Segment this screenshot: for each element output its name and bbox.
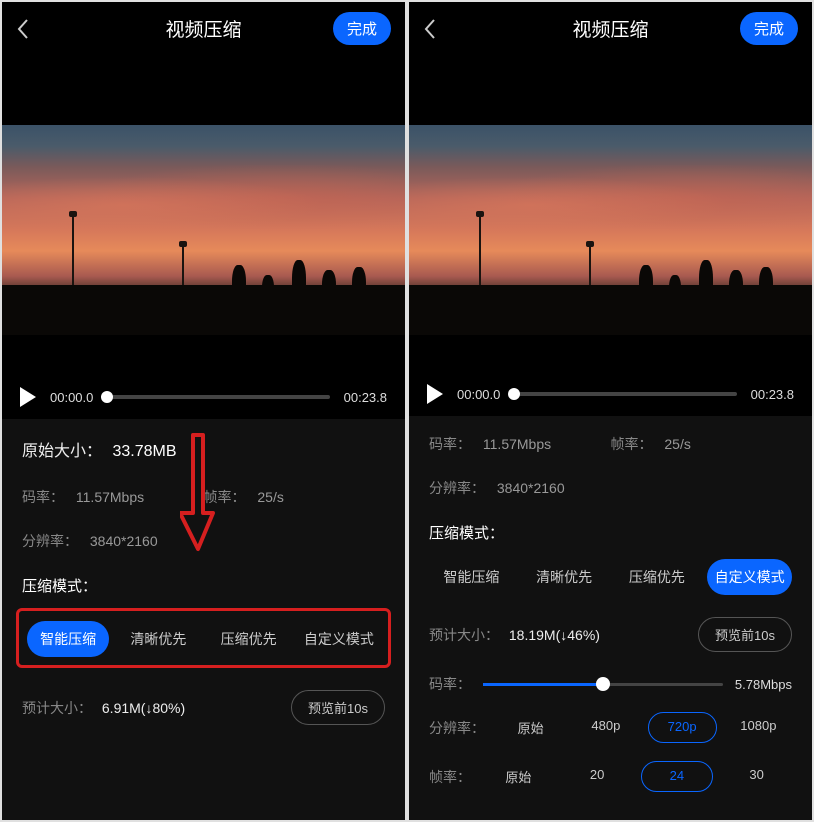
fps-ctrl-label: 帧率： [429, 767, 471, 787]
mode-label: 压缩模式： [429, 522, 792, 543]
info-panel: 码率： 11.57Mbps 帧率： 25/s 分辨率： 3840*2160 压缩… [409, 416, 812, 820]
mode-clarity[interactable]: 清晰优先 [522, 559, 607, 595]
chevron-left-icon [16, 18, 30, 40]
progress-thumb[interactable] [101, 391, 113, 403]
fps-label: 帧率： [204, 489, 246, 505]
back-button[interactable] [16, 18, 30, 40]
mode-smart[interactable]: 智能压缩 [27, 621, 109, 657]
done-button[interactable]: 完成 [740, 12, 798, 45]
res-label: 分辨率： [429, 480, 485, 496]
header: 视频压缩 完成 [409, 2, 812, 55]
bitrate-value: 11.57Mbps [76, 489, 144, 505]
bitrate-value: 11.57Mbps [483, 436, 551, 452]
slider-thumb[interactable] [596, 677, 610, 691]
player-controls: 00:00.0 00:23.8 [2, 375, 405, 419]
play-button[interactable] [20, 387, 36, 407]
bitrate-label: 码率： [22, 489, 64, 505]
res-opt-720p[interactable]: 720p [648, 712, 717, 743]
screen-left: 视频压缩 完成 00:00.0 00:23.8 原始大小： 33.78MB [2, 2, 405, 820]
orig-size-label: 原始大小： [22, 443, 102, 460]
preview-button[interactable]: 预览前10s [291, 690, 385, 725]
mode-compress[interactable]: 压缩优先 [208, 621, 290, 657]
progress-thumb[interactable] [508, 388, 520, 400]
mode-smart[interactable]: 智能压缩 [429, 559, 514, 595]
res-ctrl-label: 分辨率： [429, 718, 485, 738]
progress-track[interactable] [107, 395, 329, 399]
res-opt-1080p[interactable]: 1080p [725, 712, 792, 743]
fps-label: 帧率： [611, 436, 653, 452]
est-value: 18.19M(↓46%) [509, 627, 600, 643]
page-title: 视频压缩 [165, 15, 241, 42]
est-label: 预计大小： [22, 700, 92, 716]
time-current: 00:00.0 [50, 390, 93, 405]
fps-opt-30[interactable]: 30 [721, 761, 792, 792]
progress-track[interactable] [514, 392, 736, 396]
chevron-left-icon [423, 18, 437, 40]
mode-pills: 智能压缩 清晰优先 压缩优先 自定义模式 [429, 559, 792, 595]
bitrate-label: 码率： [429, 436, 471, 452]
fps-opt-original[interactable]: 原始 [483, 761, 554, 792]
mode-clarity[interactable]: 清晰优先 [117, 621, 199, 657]
annotation-highlight-box: 智能压缩 清晰优先 压缩优先 自定义模式 [16, 608, 391, 668]
est-value: 6.91M(↓80%) [102, 700, 185, 716]
preview-button[interactable]: 预览前10s [698, 617, 792, 652]
mode-custom[interactable]: 自定义模式 [707, 559, 792, 595]
time-current: 00:00.0 [457, 387, 500, 402]
video-preview[interactable] [2, 55, 405, 375]
fps-value: 25/s [257, 489, 283, 505]
back-button[interactable] [423, 18, 437, 40]
slider-fill [483, 683, 603, 686]
mode-compress[interactable]: 压缩优先 [615, 559, 700, 595]
page-title: 视频压缩 [572, 15, 648, 42]
play-button[interactable] [427, 384, 443, 404]
fps-opt-24[interactable]: 24 [641, 761, 714, 792]
video-preview[interactable] [409, 55, 812, 372]
bitrate-slider-value: 5.78Mbps [735, 677, 792, 692]
header: 视频压缩 完成 [2, 2, 405, 55]
player-controls: 00:00.0 00:23.8 [409, 372, 812, 416]
fps-value: 25/s [664, 436, 690, 452]
video-frame [2, 125, 405, 335]
mode-custom[interactable]: 自定义模式 [298, 621, 380, 657]
info-panel: 原始大小： 33.78MB 码率： 11.57Mbps 帧率： 25/s 分辨率… [2, 419, 405, 820]
res-label: 分辨率： [22, 533, 78, 549]
mode-label: 压缩模式： [22, 575, 385, 596]
time-duration: 00:23.8 [751, 387, 794, 402]
res-value: 3840*2160 [90, 533, 158, 549]
bitrate-slider[interactable] [483, 683, 723, 686]
est-label: 预计大小： [429, 627, 499, 643]
res-opt-480p[interactable]: 480p [572, 712, 639, 743]
screen-right: 视频压缩 完成 00:00.0 00:23.8 码率： 11.57Mbps [409, 2, 812, 820]
time-duration: 00:23.8 [344, 390, 387, 405]
res-opt-original[interactable]: 原始 [497, 712, 564, 743]
mode-pills: 智能压缩 清晰优先 压缩优先 自定义模式 [27, 621, 380, 657]
orig-size-value: 33.78MB [112, 443, 176, 460]
res-value: 3840*2160 [497, 480, 565, 496]
bitrate-slider-label: 码率： [429, 674, 471, 694]
done-button[interactable]: 完成 [333, 12, 391, 45]
fps-opt-20[interactable]: 20 [562, 761, 633, 792]
video-frame [409, 125, 812, 335]
